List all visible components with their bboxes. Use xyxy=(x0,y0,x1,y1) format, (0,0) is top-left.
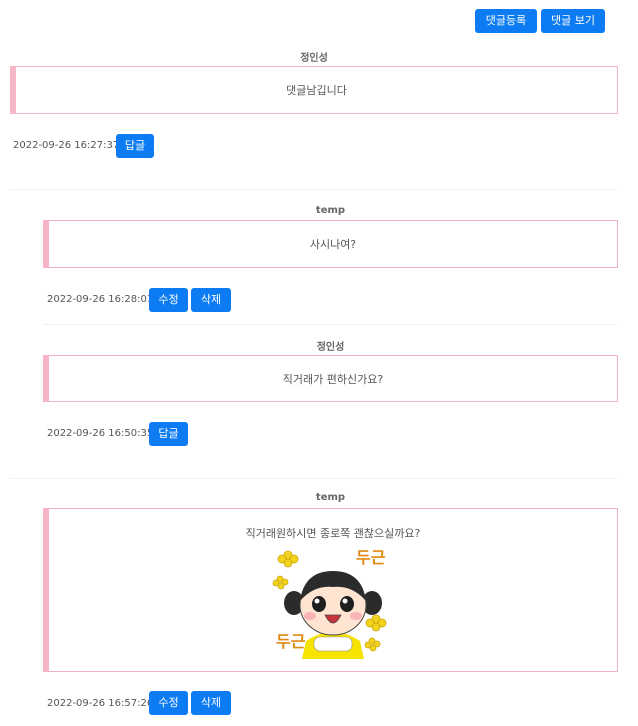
register-comment-button[interactable]: 댓글등록 xyxy=(475,9,537,33)
sticker-caption-top: 두근 xyxy=(356,548,386,567)
edit-button[interactable]: 수정 xyxy=(149,691,188,715)
divider xyxy=(43,324,618,325)
divider xyxy=(10,478,618,479)
edit-button[interactable]: 수정 xyxy=(149,288,188,312)
comment-box: 댓글남깁니다 xyxy=(10,66,618,114)
reply-button[interactable]: 답글 xyxy=(116,134,154,158)
view-comments-button[interactable]: 댓글 보기 xyxy=(541,9,605,33)
comment-timestamp: 2022-09-26 16:57:26 xyxy=(47,698,154,709)
comment-author: temp xyxy=(315,205,346,216)
comment-box: 직거래가 편하신가요? xyxy=(43,355,618,402)
divider xyxy=(10,189,618,190)
sticker-caption-bottom: 두근 xyxy=(276,632,306,651)
comment-timestamp: 2022-09-26 16:28:01 xyxy=(47,294,154,305)
comment-author: 정인성 xyxy=(300,53,328,64)
comment-author: 정인성 xyxy=(316,342,345,353)
comment-author: temp xyxy=(315,492,346,503)
reply-button[interactable]: 답글 xyxy=(149,422,188,446)
comment-text: 직거래원하시면 종로쪽 괜찮으실까요? xyxy=(245,527,421,540)
delete-button[interactable]: 삭제 xyxy=(191,288,231,312)
comment-timestamp: 2022-09-26 16:50:35 xyxy=(47,428,154,439)
comment-timestamp: 2022-09-26 16:27:37 xyxy=(13,140,120,151)
comment-text: 댓글남깁니다 xyxy=(286,84,347,97)
sticker-image: 두근 두근 xyxy=(272,541,394,659)
comment-box: 사시나여? xyxy=(43,220,618,268)
comment-text: 직거래가 편하신가요? xyxy=(282,372,384,386)
comment-text: 사시나여? xyxy=(309,238,357,251)
delete-button[interactable]: 삭제 xyxy=(191,691,231,715)
